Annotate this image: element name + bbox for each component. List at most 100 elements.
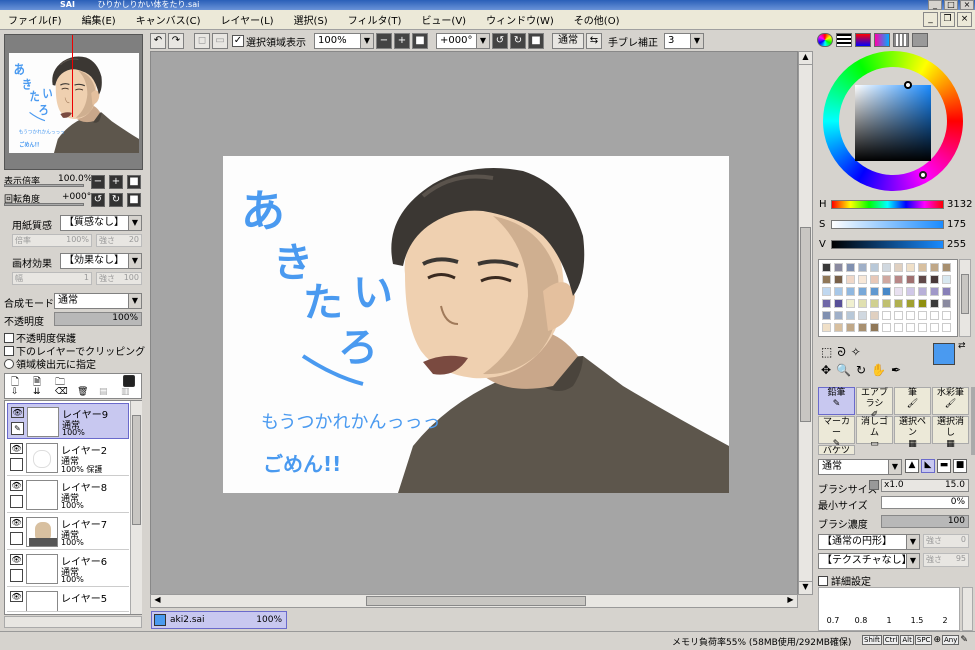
color-swatch[interactable] [846, 275, 855, 284]
color-swatch[interactable] [834, 275, 843, 284]
texture-strength-field[interactable]: 強さ 95 [923, 553, 969, 567]
density-slider[interactable]: 100 [881, 515, 969, 528]
color-swatch[interactable] [882, 263, 891, 272]
magic-wand-icon[interactable]: ✧ [851, 345, 861, 360]
move-icon[interactable]: ✥ [821, 363, 831, 377]
color-swatch[interactable] [822, 311, 831, 320]
zoom-in-button[interactable]: + [394, 33, 410, 49]
rotate-slider[interactable] [4, 203, 84, 206]
color-swatch[interactable] [822, 299, 831, 308]
value-slider[interactable] [831, 240, 944, 249]
color-swatch[interactable] [942, 263, 951, 272]
tool-bucket[interactable]: バケツ [818, 445, 855, 455]
color-swatch[interactable] [918, 299, 927, 308]
layer-item[interactable]: 👁 レイヤー7 通常 100% [7, 514, 129, 550]
color-swatch[interactable] [918, 275, 927, 284]
brush-blend-select[interactable]: 通常 ▼ [818, 459, 902, 475]
brush-shape-hard-icon[interactable]: ▲ [905, 459, 919, 473]
nav-rotate-reset-button[interactable]: ■ [127, 193, 141, 207]
transfer-down-icon[interactable]: ⇩ [11, 387, 19, 397]
lasso-icon[interactable]: ᘐ [837, 345, 845, 360]
view-mode-button[interactable]: 通常 [552, 33, 584, 49]
scroll-left-button[interactable]: ◀ [151, 595, 164, 607]
color-swatch[interactable] [894, 323, 903, 332]
color-swatch[interactable] [858, 323, 867, 332]
scroll-up-button[interactable]: ▲ [799, 52, 812, 65]
visibility-eye-icon[interactable]: 👁 [10, 591, 23, 602]
zoom-select[interactable]: 100% ▼ [314, 33, 374, 49]
color-swatch[interactable] [918, 263, 927, 272]
tool-eraser[interactable]: 消しゴム ▭ [856, 416, 893, 449]
nav-zoom-out-button[interactable]: − [91, 175, 105, 189]
color-swatch[interactable] [882, 299, 891, 308]
brush-preset[interactable]: 1 [875, 616, 903, 625]
minimize-button[interactable]: _ [928, 0, 942, 10]
color-swatch[interactable] [918, 287, 927, 296]
undo-button[interactable]: ↶ [150, 33, 166, 49]
layer-checkbox[interactable] [10, 495, 23, 508]
layer-item[interactable]: 👁 レイヤー2 通常 100% 保護 [7, 440, 129, 476]
color-swatch[interactable] [930, 263, 939, 272]
doc-minimize-button[interactable]: _ [923, 12, 938, 27]
color-swatch[interactable] [894, 287, 903, 296]
menu-view[interactable]: ビュー(V) [421, 12, 466, 27]
flip-button[interactable]: ⇆ [586, 33, 602, 49]
zoom-reset-button[interactable]: ■ [412, 33, 428, 49]
brush-size-lock-icon[interactable] [869, 480, 879, 490]
paper-texture-select[interactable]: 【質感なし】 ▼ [60, 215, 142, 231]
color-swatch[interactable] [942, 299, 951, 308]
color-swatch[interactable] [894, 299, 903, 308]
visibility-eye-icon[interactable]: 👁 [11, 407, 24, 418]
color-swatch[interactable] [822, 263, 831, 272]
nav-zoom-in-button[interactable]: + [109, 175, 123, 189]
navigator[interactable] [4, 34, 143, 170]
menu-file[interactable]: ファイル(F) [8, 12, 62, 27]
effect-select[interactable]: 【効果なし】 ▼ [60, 253, 142, 269]
color-swatch[interactable] [894, 263, 903, 272]
document-tab[interactable]: aki2.sai 100% [151, 611, 287, 629]
color-swatch[interactable] [834, 323, 843, 332]
color-swatch[interactable] [846, 299, 855, 308]
rotate-left-button[interactable]: ↺ [492, 33, 508, 49]
visibility-eye-icon[interactable]: 👁 [10, 554, 23, 565]
effect-width-field[interactable]: 幅1 [12, 272, 92, 285]
paper-scale-field[interactable]: 倍率 100% [12, 234, 92, 247]
scroll-down-button[interactable]: ▼ [799, 581, 812, 594]
brush-preset[interactable]: 0.7 [819, 616, 847, 625]
visibility-eye-icon[interactable]: 👁 [10, 443, 23, 454]
mixer-tab-icon[interactable] [874, 33, 890, 47]
color-swatch[interactable] [858, 263, 867, 272]
swatch-grid[interactable] [818, 259, 958, 337]
tool-pencil[interactable]: 鉛筆 ✎ [818, 387, 855, 415]
tool-watercolor[interactable]: 水彩筆 🖌 [932, 387, 969, 415]
tool-select-pen[interactable]: 選択ペン ▦ [894, 416, 931, 449]
brush-preset[interactable]: 2 [931, 616, 959, 625]
color-swatch[interactable] [894, 275, 903, 284]
brush-shape-soft-icon[interactable]: ▬ [937, 459, 951, 473]
color-swatch[interactable] [918, 323, 927, 332]
vscroll-thumb[interactable] [800, 227, 811, 422]
brush-preset[interactable]: 0.8 [847, 616, 875, 625]
foreground-color-swatch[interactable] [933, 343, 955, 365]
nav-rotate-left-button[interactable]: ↺ [91, 193, 105, 207]
zoom-out-button[interactable]: − [376, 33, 392, 49]
pen-lock-icon[interactable]: ✎ [11, 422, 24, 435]
brush-shape-select[interactable]: 【通常の円形】 ▼ [818, 534, 920, 550]
layer-item[interactable]: 👁 ✎ レイヤー9 通常 100% [7, 403, 129, 439]
tool-brush[interactable]: 筆 🖌 [894, 387, 931, 415]
hue-slider[interactable] [831, 200, 944, 209]
color-swatch[interactable] [858, 287, 867, 296]
color-swatch[interactable] [906, 299, 915, 308]
color-swatch[interactable] [930, 275, 939, 284]
swatch-tab-icon[interactable] [893, 33, 909, 47]
canvas-area[interactable]: あ き た い ろ もうつかれかんっっっ ごめん!! [150, 51, 798, 595]
rect-select-icon[interactable]: ⬚ [821, 345, 832, 360]
color-swatch[interactable] [882, 311, 891, 320]
up-layer-icon[interactable]: ▤ [99, 387, 108, 397]
color-swatch[interactable] [942, 323, 951, 332]
color-swatch[interactable] [822, 275, 831, 284]
layer-checkbox[interactable] [10, 458, 23, 471]
doc-close-button[interactable]: × [957, 12, 972, 27]
menu-edit[interactable]: 編集(E) [82, 12, 116, 27]
brush-texture-select[interactable]: 【テクスチャなし】 ▼ [818, 553, 920, 569]
